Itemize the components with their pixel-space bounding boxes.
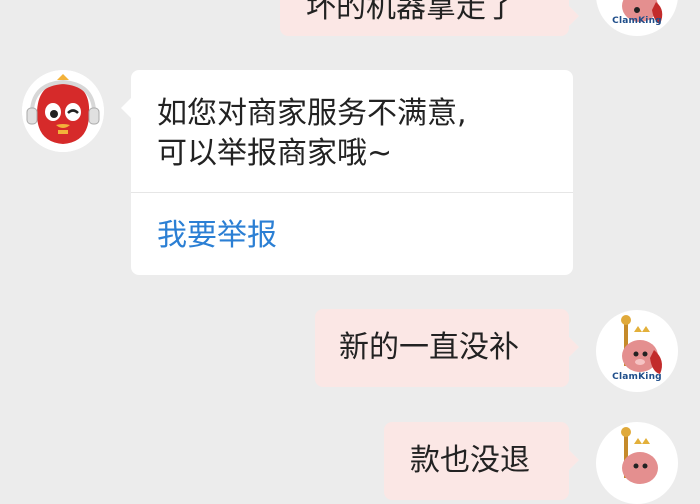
user-avatar[interactable]: ClamKing	[596, 310, 678, 392]
user-avatar[interactable]: ClamKing	[596, 0, 678, 36]
report-merchant-link[interactable]: 我要举报	[157, 216, 277, 256]
avatar-brand-label: ClamKing	[612, 16, 662, 26]
message-bubble-outgoing: 款也没退	[384, 422, 579, 500]
red-bird-headset-icon	[22, 70, 104, 152]
message-text: 坏的机器拿走了	[306, 0, 516, 25]
message-text: 款也没退	[410, 443, 530, 478]
message-bubble-outgoing: 坏的机器拿走了	[280, 0, 579, 36]
service-bot-avatar[interactable]	[22, 70, 104, 152]
card-text-line-2: 可以举报商家哦~	[157, 136, 393, 171]
card-text-line-1: 如您对商家服务不满意,	[157, 96, 467, 131]
user-avatar[interactable]	[596, 422, 678, 504]
avatar-brand-label: ClamKing	[612, 372, 662, 382]
message-bubble-outgoing: 新的一直没补	[315, 309, 579, 387]
clamking-mascot-icon	[621, 427, 658, 484]
message-text: 新的一直没补	[339, 330, 519, 365]
card-divider	[131, 192, 573, 193]
service-message-card: 如您对商家服务不满意, 可以举报商家哦~ 我要举报	[121, 70, 573, 275]
